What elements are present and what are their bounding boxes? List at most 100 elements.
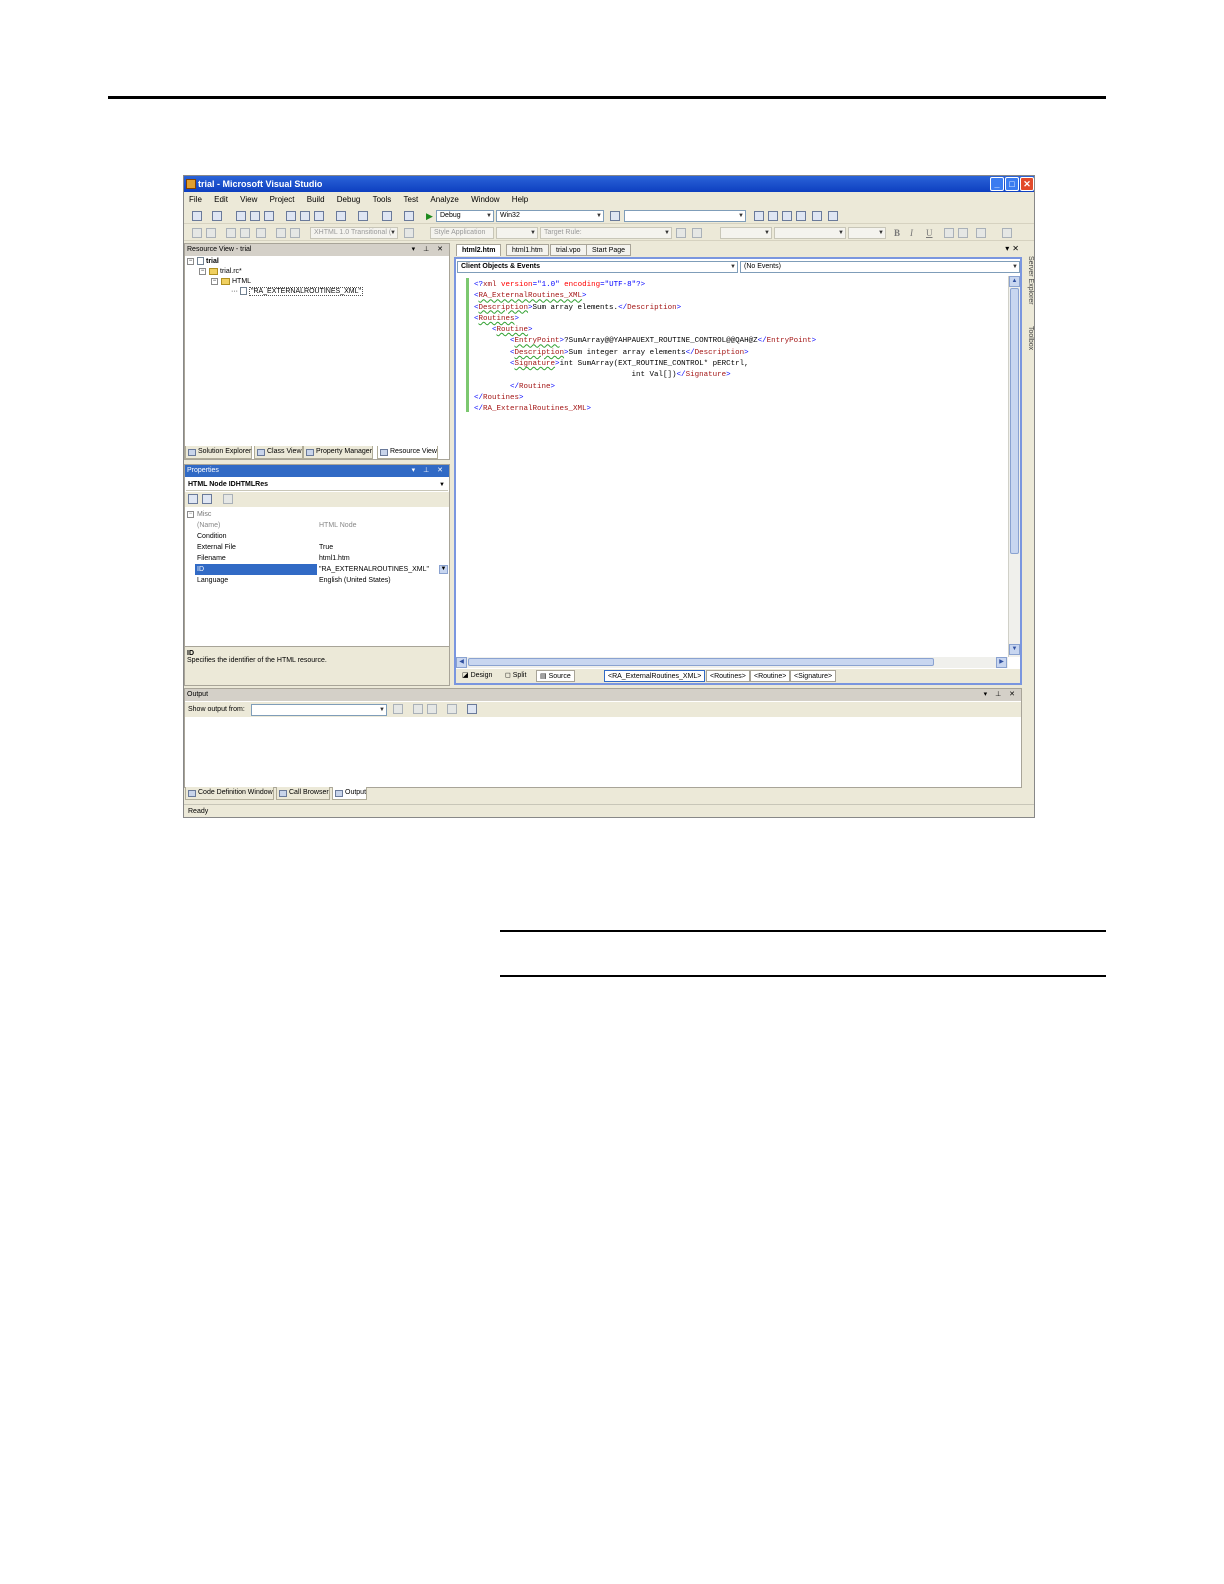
find-combo[interactable]: ▼ [624,210,746,222]
tree-item-rc[interactable]: − trial.rc* [199,267,242,277]
add-item-icon[interactable] [212,211,222,221]
prop-row-id[interactable]: ID "RA_EXTERNALROUTINES_XML" ▼ [187,564,449,575]
tab-start-page[interactable]: Start Page [586,244,632,256]
design-view-button[interactable]: ◪ Design [459,670,496,682]
tab-trial-vpo[interactable]: trial.vpo [550,244,587,256]
save-icon[interactable] [250,211,260,221]
alphabetical-icon[interactable] [202,494,212,504]
client-objects-combo[interactable]: Client Objects & Events ▼ [457,261,738,273]
menu-test[interactable]: Test [399,193,424,207]
breadcrumb-item[interactable]: <Routines> [706,670,750,682]
prop-row-name[interactable]: (Name) HTML Node [187,520,449,531]
toolbar-icon-2[interactable] [206,228,216,238]
tab-code-definition[interactable]: Code Definition Window [185,787,274,800]
tree-item-html-resource[interactable]: ··· "RA_EXTERNALROUTINES_XML" [231,287,363,297]
object-selector[interactable]: HTML Node IDHTMLRes ▼ [186,479,448,491]
style-application-combo[interactable]: Style Application [430,227,494,239]
tab-solution-explorer[interactable]: Solution Explorer [185,446,253,459]
output-prev-icon[interactable] [413,704,423,714]
start-debugging-icon[interactable]: ▶ [426,211,433,222]
output-next-icon[interactable] [427,704,437,714]
side-tab-toolbox[interactable]: Toolbox [1027,326,1034,350]
menu-window[interactable]: Window [466,193,504,207]
navigate-forward-icon[interactable] [404,211,414,221]
editor-window-controls[interactable]: ▾✕ [1005,244,1022,253]
redo-icon[interactable] [358,211,368,221]
save-all-icon[interactable] [264,211,274,221]
manage-styles-icon[interactable] [692,228,702,238]
underline-button[interactable]: U [926,228,933,238]
scroll-right-arrow[interactable]: ▶ [996,657,1007,668]
tree-item-root[interactable]: − trial [187,257,219,267]
scroll-down-arrow[interactable]: ▼ [1009,644,1020,655]
italic-button[interactable]: I [910,228,913,238]
command-window-icon[interactable] [828,211,838,221]
bold-button[interactable]: B [894,228,900,238]
tab-html2[interactable]: html2.htm [456,244,502,256]
tab-property-manager[interactable]: Property Manager [303,446,374,459]
copy-icon[interactable] [300,211,310,221]
uncomment-icon[interactable] [290,228,300,238]
comment-icon[interactable] [276,228,286,238]
side-tab-server-explorer[interactable]: Server Explorer [1027,256,1034,305]
platform-combo[interactable]: Win32 ▼ [496,210,604,222]
font-name-combo[interactable]: ▼ [774,227,846,239]
menu-help[interactable]: Help [507,193,533,207]
toolbar-icon-1[interactable] [192,228,202,238]
tab-resource-view[interactable]: Resource View [377,446,438,459]
configuration-combo[interactable]: Debug ▼ [436,210,494,222]
tab-html1[interactable]: html1.htm [506,244,549,256]
justify-icon[interactable] [976,228,986,238]
properties-icon[interactable] [768,211,778,221]
class-view-icon[interactable] [812,211,822,221]
menu-view[interactable]: View [235,193,262,207]
category-misc[interactable]: − Misc [187,509,211,520]
menu-project[interactable]: Project [265,193,300,207]
style-combo[interactable]: ▼ [496,227,538,239]
menu-file[interactable]: File [184,193,207,207]
pane-controls[interactable]: ▾ ⊥ ✕ [412,244,446,256]
outdent-icon[interactable] [256,228,266,238]
output-find-icon[interactable] [393,704,403,714]
breadcrumb-item[interactable]: <Routine> [750,670,791,682]
toolbar-icon-3[interactable] [226,228,236,238]
close-button[interactable]: ✕ [1020,177,1034,191]
hscroll-thumb[interactable] [468,658,934,666]
highlight-icon[interactable] [958,228,968,238]
scroll-up-arrow[interactable]: ▲ [1009,276,1020,287]
pane-controls[interactable]: ▾ ⊥ ✕ [412,465,446,477]
object-browser-icon[interactable] [782,211,792,221]
check-page-icon[interactable] [404,228,414,238]
doctype-combo[interactable]: XHTML 1.0 Transitional (▼ [310,227,398,239]
menu-tools[interactable]: Tools [368,193,397,207]
editor-horizontal-scrollbar[interactable]: ◀ ▶ [456,657,1008,668]
undo-icon[interactable] [336,211,346,221]
output-clear-icon[interactable] [447,704,457,714]
scroll-left-arrow[interactable]: ◀ [456,657,467,668]
restore-button[interactable]: □ [1005,177,1019,191]
prop-row-language[interactable]: Language English (United States) [187,575,449,586]
new-project-icon[interactable] [192,211,202,221]
code-area[interactable]: <?xml version="1.0" encoding="UTF-8"?> <… [456,276,1008,657]
pane-controls[interactable]: ▾ ⊥ ✕ [984,689,1018,701]
toolbox-icon[interactable] [796,211,806,221]
target-rule-combo[interactable]: Target Rule: ▼ [540,227,672,239]
prop-row-condition[interactable]: Condition [187,531,449,542]
prop-row-external-file[interactable]: External File True [187,542,449,553]
menu-debug[interactable]: Debug [332,193,366,207]
source-view-button[interactable]: ▤ Source [536,670,575,682]
editor-vertical-scrollbar[interactable]: ▲ ▼ [1008,276,1020,657]
breadcrumb-item[interactable]: <RA_ExternalRoutines_XML> [604,670,706,682]
events-combo[interactable]: (No Events) ▼ [740,261,1020,273]
chevron-down-icon[interactable]: ▼ [439,565,448,574]
navigate-back-icon[interactable] [382,211,392,221]
open-file-icon[interactable] [236,211,246,221]
find-in-files-icon[interactable] [610,211,620,221]
menu-analyze[interactable]: Analyze [425,193,463,207]
cut-icon[interactable] [286,211,296,221]
font-size-combo[interactable]: ▼ [848,227,886,239]
word-wrap-icon[interactable] [467,704,477,714]
menu-build[interactable]: Build [302,193,330,207]
block-format-combo[interactable]: ▼ [720,227,772,239]
solution-explorer-icon[interactable] [754,211,764,221]
